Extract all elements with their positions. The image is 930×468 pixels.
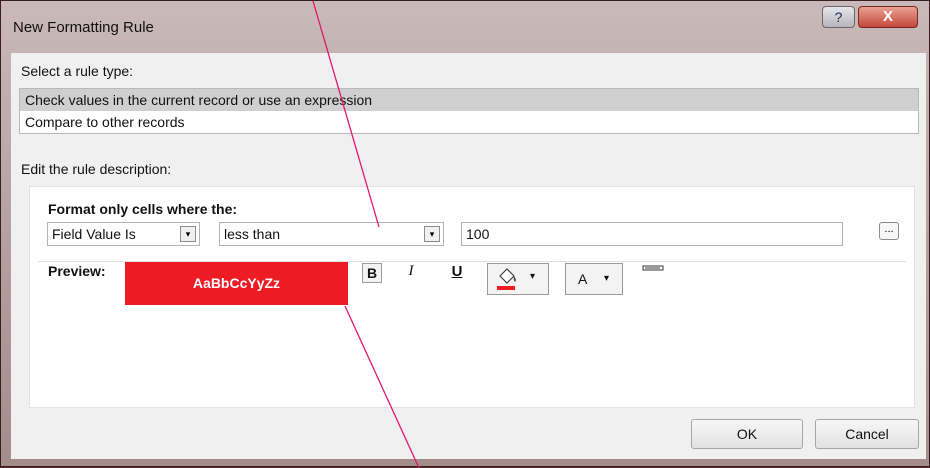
- chevron-down-icon[interactable]: ▾: [424, 226, 440, 242]
- field-value-combo-text: Field Value Is: [52, 226, 136, 242]
- font-color-button[interactable]: A ▾: [565, 263, 623, 295]
- bold-button[interactable]: B: [362, 263, 382, 283]
- field-value-combo[interactable]: Field Value Is ▾: [47, 222, 200, 246]
- rule-type-list: Check values in the current record or us…: [19, 88, 919, 134]
- chevron-down-icon[interactable]: ▾: [180, 226, 196, 242]
- rule-description-panel: Format only cells where the: Field Value…: [29, 186, 915, 408]
- conditional-format-icon[interactable]: [642, 265, 666, 279]
- chevron-down-icon: ▾: [530, 271, 536, 282]
- expression-builder-button[interactable]: ...: [879, 222, 899, 240]
- dialog-window: New Formatting Rule ? X Select a rule ty…: [0, 0, 930, 468]
- paint-bucket-icon: [497, 268, 516, 290]
- underline-button[interactable]: U: [449, 263, 465, 280]
- italic-button[interactable]: I: [403, 263, 419, 280]
- preview-label: Preview:: [48, 263, 106, 279]
- rule-description-label: Edit the rule description:: [21, 161, 172, 177]
- close-button[interactable]: X: [858, 6, 918, 28]
- rule-type-item-compare[interactable]: Compare to other records: [20, 111, 918, 133]
- cancel-button[interactable]: Cancel: [815, 419, 919, 449]
- title-bar: New Formatting Rule ? X: [1, 1, 930, 53]
- preview-sample: AaBbCcYyZz: [125, 262, 348, 305]
- rule-type-item-expression[interactable]: Check values in the current record or us…: [20, 89, 918, 111]
- operator-combo[interactable]: less than ▾: [219, 222, 444, 246]
- help-button[interactable]: ?: [822, 6, 855, 28]
- fill-color-button[interactable]: ▾: [487, 263, 549, 295]
- dialog-body: Select a rule type: Check values in the …: [11, 53, 926, 459]
- chevron-down-icon: ▾: [604, 273, 610, 284]
- rule-type-label: Select a rule type:: [21, 63, 134, 79]
- condition-label: Format only cells where the:: [48, 201, 238, 217]
- operator-combo-text: less than: [224, 226, 281, 242]
- ok-button[interactable]: OK: [691, 419, 803, 449]
- value-input[interactable]: 100: [461, 222, 843, 246]
- dialog-title: New Formatting Rule: [13, 19, 154, 36]
- font-color-icon: A: [578, 271, 588, 287]
